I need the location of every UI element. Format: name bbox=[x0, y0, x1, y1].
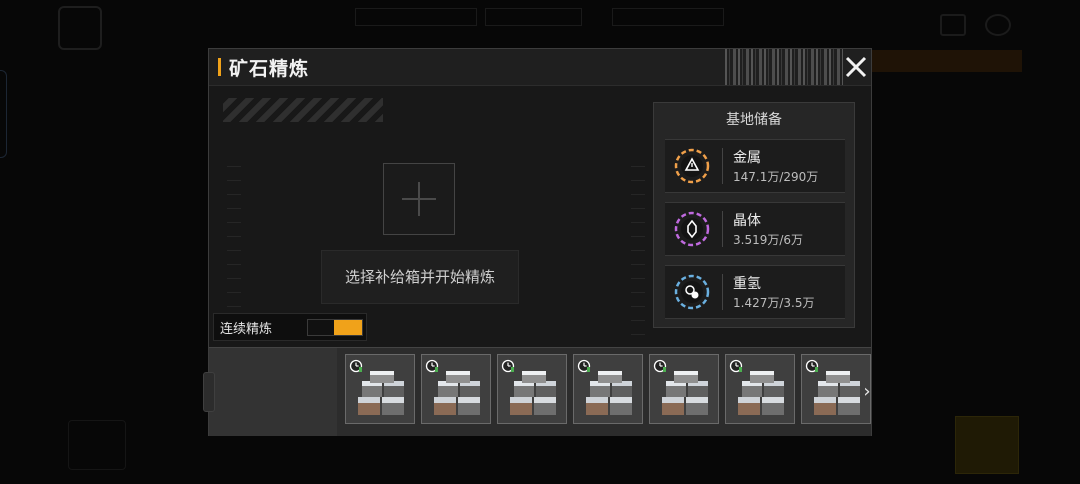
supply-box-icon bbox=[812, 369, 864, 419]
resource-bar-bg bbox=[355, 8, 477, 26]
decorative-barcode bbox=[725, 49, 843, 85]
supply-box-item[interactable] bbox=[573, 354, 643, 424]
supply-box-icon bbox=[736, 369, 788, 419]
next-page-button[interactable]: › bbox=[861, 376, 873, 408]
eye-icon bbox=[985, 14, 1011, 36]
resource-metal: 金属 147.1万/290万 bbox=[665, 139, 845, 193]
game-logo-icon bbox=[58, 6, 102, 50]
supply-box-item[interactable] bbox=[725, 354, 795, 424]
side-tab bbox=[0, 70, 7, 158]
background-banner bbox=[872, 50, 1022, 72]
supply-box-item[interactable] bbox=[497, 354, 567, 424]
supply-box-item[interactable] bbox=[345, 354, 415, 424]
bottom-action-button-bg bbox=[955, 416, 1019, 474]
resource-value: 1.427万/3.5万 bbox=[733, 296, 815, 310]
resource-value: 147.1万/290万 bbox=[733, 170, 819, 184]
supply-box-icon bbox=[660, 369, 712, 419]
resource-deuterium: 重氢 1.427万/3.5万 bbox=[665, 265, 845, 319]
close-button[interactable] bbox=[843, 53, 869, 81]
crystal-icon bbox=[674, 211, 710, 247]
deuterium-icon bbox=[674, 274, 710, 310]
share-icon bbox=[940, 14, 966, 36]
add-supply-box-slot[interactable] bbox=[383, 163, 455, 235]
supply-box-icon bbox=[584, 369, 636, 419]
close-icon bbox=[845, 56, 867, 78]
decorative-scale bbox=[631, 166, 645, 346]
supply-box-icon bbox=[508, 369, 560, 419]
storage-title: 基地储备 bbox=[726, 112, 782, 128]
supply-box-item[interactable] bbox=[649, 354, 719, 424]
continuous-refine-toggle[interactable] bbox=[307, 319, 363, 336]
plus-icon bbox=[418, 182, 420, 216]
supply-box-icon bbox=[356, 369, 408, 419]
resource-name: 金属 bbox=[733, 150, 761, 166]
dialog-title: 矿石精炼 bbox=[229, 58, 310, 80]
select-supply-box-prompt[interactable]: 选择补给箱并开始精炼 bbox=[321, 250, 519, 304]
resource-bar-bg bbox=[612, 8, 724, 26]
base-storage-panel: 基地储备 金属 147.1万/290万 晶体 3.519万/6万 重氢 1.42… bbox=[653, 102, 855, 328]
divider bbox=[722, 211, 723, 247]
supply-box-icon bbox=[432, 369, 484, 419]
continuous-refine-row: 连续精炼 bbox=[213, 313, 367, 341]
toggle-knob bbox=[334, 320, 362, 335]
dialog-titlebar: 矿石精炼 bbox=[209, 49, 871, 86]
supply-box-item[interactable] bbox=[421, 354, 491, 424]
decorative-hatch bbox=[223, 98, 383, 122]
warning-triangle-icon bbox=[674, 148, 710, 184]
map-icon bbox=[68, 420, 126, 470]
resource-name: 重氢 bbox=[733, 276, 761, 292]
divider bbox=[722, 148, 723, 184]
tray-left-panel bbox=[209, 348, 337, 436]
resource-crystal: 晶体 3.519万/6万 bbox=[665, 202, 845, 256]
refine-content-area: 选择补给箱并开始精炼 连续精炼 基地储备 金属 147.1万/290万 晶体 3… bbox=[209, 86, 871, 347]
resource-bar-bg bbox=[485, 8, 582, 26]
resource-value: 3.519万/6万 bbox=[733, 233, 804, 247]
tray-notch bbox=[203, 372, 215, 412]
continuous-refine-label: 连续精炼 bbox=[220, 322, 273, 337]
resource-name: 晶体 bbox=[733, 213, 761, 229]
supply-box-tray: › bbox=[203, 347, 873, 436]
ore-refine-dialog: 矿石精炼 选择补给箱并开始精炼 连续精炼 基地储备 金属 147.1万/290万… bbox=[203, 48, 873, 436]
divider bbox=[722, 274, 723, 310]
title-accent-bar bbox=[218, 58, 221, 76]
